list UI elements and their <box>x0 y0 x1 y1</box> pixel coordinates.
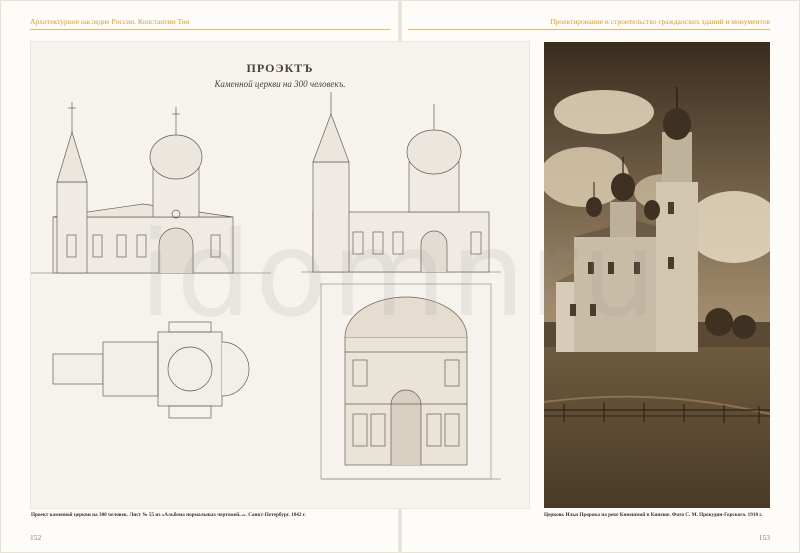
left-running-head: Архитектурное наследие России. Константи… <box>30 17 190 26</box>
church-drawings: ПРОЭКТЪ Каменной церкви на 300 человекъ. <box>31 61 501 480</box>
left-figure-caption: Проект каменной церкви на 300 человек. Л… <box>31 512 306 518</box>
right-figure-caption: Церковь Ильи Пророка на реке Кинешмой в … <box>544 512 763 518</box>
left-page-number: 152 <box>30 533 42 542</box>
sepia-photo-illustration <box>544 42 770 508</box>
right-page-number: 153 <box>758 533 770 542</box>
book-spread: Архитектурное наследие России. Константи… <box>0 0 800 553</box>
iconostasis-drawing <box>320 283 501 480</box>
front-elevation-drawing <box>301 92 501 273</box>
floor-plan-drawing <box>52 321 250 419</box>
right-running-head: Проектирование и строительство гражданск… <box>550 17 770 26</box>
architectural-drawing-plate: ПРОЭКТЪ Каменной церкви на 300 человекъ. <box>31 42 529 508</box>
side-elevation-drawing <box>31 102 271 274</box>
plate-title: ПРОЭКТЪ <box>247 61 314 75</box>
left-header-rule <box>30 29 390 30</box>
plate-subtitle: Каменной церкви на 300 человекъ. <box>213 79 345 89</box>
right-header-rule <box>408 29 770 30</box>
church-photograph <box>544 42 770 508</box>
